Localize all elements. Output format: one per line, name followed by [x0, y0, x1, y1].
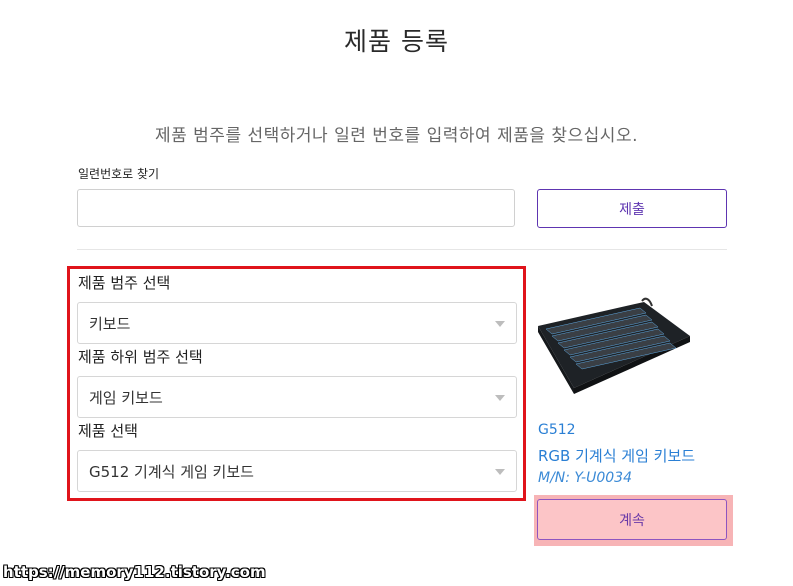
submit-button[interactable]: 제출: [537, 189, 727, 228]
category-select-value: 키보드: [89, 314, 131, 333]
category-label: 제품 범주 선택: [78, 274, 171, 292]
serial-number-input[interactable]: [77, 189, 515, 227]
product-model: G512: [538, 422, 576, 438]
product-select[interactable]: G512 기계식 게임 키보드: [77, 450, 517, 492]
keyboard-image: [538, 297, 690, 394]
page-subtitle: 제품 범주를 선택하거나 일련 번호를 입력하여 제품을 찾으십시오.: [154, 126, 638, 146]
subcategory-label: 제품 하위 범주 선택: [78, 348, 203, 366]
product-select-value: G512 기계식 게임 키보드: [89, 462, 254, 481]
section-divider: [77, 249, 727, 250]
chevron-down-icon: [495, 469, 505, 475]
chevron-down-icon: [495, 395, 505, 401]
product-name: RGB 기계식 게임 키보드: [538, 447, 696, 465]
serial-number-label: 일련번호로 찾기: [78, 167, 160, 181]
watermark: https://memory112.tistory.com: [3, 563, 266, 581]
subcategory-select-value: 게임 키보드: [89, 388, 163, 407]
page-title: 제품 등록: [344, 27, 449, 56]
category-select[interactable]: 키보드: [77, 302, 517, 344]
subcategory-select[interactable]: 게임 키보드: [77, 376, 517, 418]
product-model-number: M/N: Y-U0034: [538, 470, 632, 486]
chevron-down-icon: [495, 321, 505, 327]
product-label: 제품 선택: [78, 422, 138, 440]
continue-button[interactable]: 계속: [537, 499, 727, 540]
